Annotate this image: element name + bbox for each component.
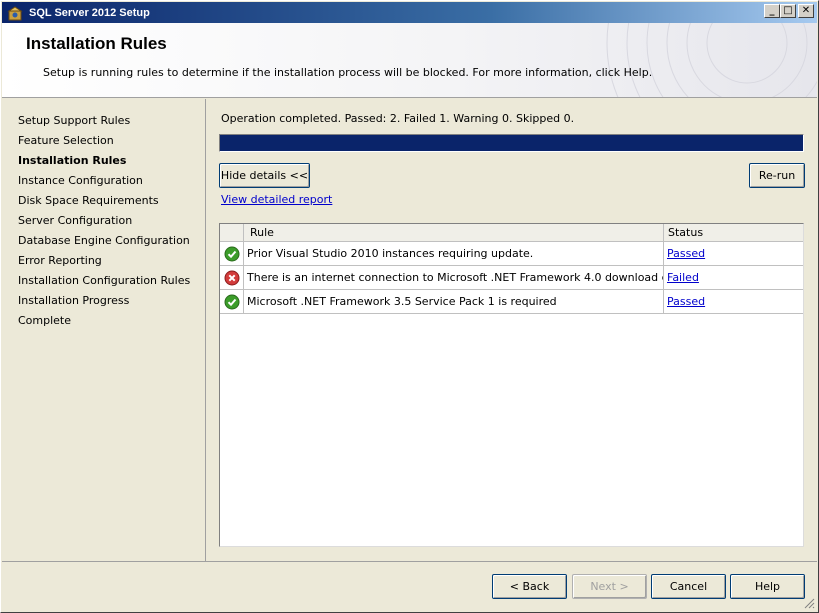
rule-name: Microsoft .NET Framework 3.5 Service Pac… (244, 290, 664, 313)
row-icon-cell (220, 242, 244, 265)
row-icon-cell (220, 266, 244, 289)
rules-table: Rule Status Prior Visual Studio 2010 ins… (219, 223, 804, 547)
header-status[interactable]: Status (664, 224, 803, 241)
step-server-configuration: Server Configuration (18, 214, 133, 227)
back-button[interactable]: < Back (492, 574, 567, 599)
status-cell: Failed (664, 266, 803, 289)
operation-status: Operation completed. Passed: 2. Failed 1… (221, 112, 575, 125)
minimize-icon: _ (769, 5, 775, 16)
status-link-passed[interactable]: Passed (667, 295, 705, 308)
progress-bar (219, 134, 804, 152)
header-decoration (606, 23, 817, 97)
help-button[interactable]: Help (730, 574, 805, 599)
step-installation-configuration-rules: Installation Configuration Rules (18, 274, 191, 287)
title-bar[interactable]: SQL Server 2012 Setup (2, 2, 817, 23)
status-cell: Passed (664, 242, 803, 265)
setup-window: SQL Server 2012 Setup _ □ ✕ Installation… (0, 0, 819, 613)
error-icon (224, 270, 239, 285)
window-title: SQL Server 2012 Setup (29, 6, 150, 19)
maximize-button[interactable]: □ (780, 4, 796, 18)
header-icon-column (220, 224, 244, 241)
step-instance-configuration: Instance Configuration (18, 174, 143, 187)
table-row[interactable]: Microsoft .NET Framework 3.5 Service Pac… (220, 290, 803, 314)
status-cell: Passed (664, 290, 803, 313)
check-icon (224, 246, 239, 261)
wizard-footer: < Back Next > Cancel Help (2, 561, 817, 611)
row-icon-cell (220, 290, 244, 313)
cancel-button[interactable]: Cancel (651, 574, 726, 599)
step-disk-space-requirements: Disk Space Requirements (18, 194, 159, 207)
status-link-failed[interactable]: Failed (667, 271, 699, 284)
view-detailed-report-link[interactable]: View detailed report (221, 193, 332, 206)
step-feature-selection: Feature Selection (18, 134, 114, 147)
close-icon: ✕ (801, 5, 811, 16)
rule-name: There is an internet connection to Micro… (244, 266, 664, 289)
maximize-icon: □ (783, 5, 793, 16)
step-error-reporting: Error Reporting (18, 254, 102, 267)
step-database-engine-configuration: Database Engine Configuration (18, 234, 190, 247)
step-setup-support-rules: Setup Support Rules (18, 114, 131, 127)
hide-details-button[interactable]: Hide details << (219, 163, 310, 188)
table-row[interactable]: Prior Visual Studio 2010 instances requi… (220, 242, 803, 266)
page-description: Setup is running rules to determine if t… (43, 66, 653, 79)
page-title: Installation Rules (26, 34, 167, 53)
page-header: Installation Rules Setup is running rule… (2, 23, 817, 98)
header-rule[interactable]: Rule (244, 224, 664, 241)
progress-fill (220, 135, 803, 151)
step-complete: Complete (18, 314, 72, 327)
sql-server-app-icon (7, 5, 23, 21)
close-button[interactable]: ✕ (798, 4, 814, 18)
main-panel: Operation completed. Passed: 2. Failed 1… (207, 99, 817, 561)
next-button[interactable]: Next > (572, 574, 647, 599)
step-installation-rules: Installation Rules (18, 154, 127, 167)
step-installation-progress: Installation Progress (18, 294, 130, 307)
step-navigation: Setup Support Rules Feature Selection In… (2, 99, 206, 561)
status-link-passed[interactable]: Passed (667, 247, 705, 260)
rerun-button[interactable]: Re-run (749, 163, 805, 188)
resize-grip-icon[interactable] (803, 597, 815, 609)
table-header: Rule Status (220, 224, 803, 242)
rule-name: Prior Visual Studio 2010 instances requi… (244, 242, 664, 265)
minimize-button[interactable]: _ (764, 4, 780, 18)
table-row[interactable]: There is an internet connection to Micro… (220, 266, 803, 290)
check-icon (224, 294, 239, 309)
